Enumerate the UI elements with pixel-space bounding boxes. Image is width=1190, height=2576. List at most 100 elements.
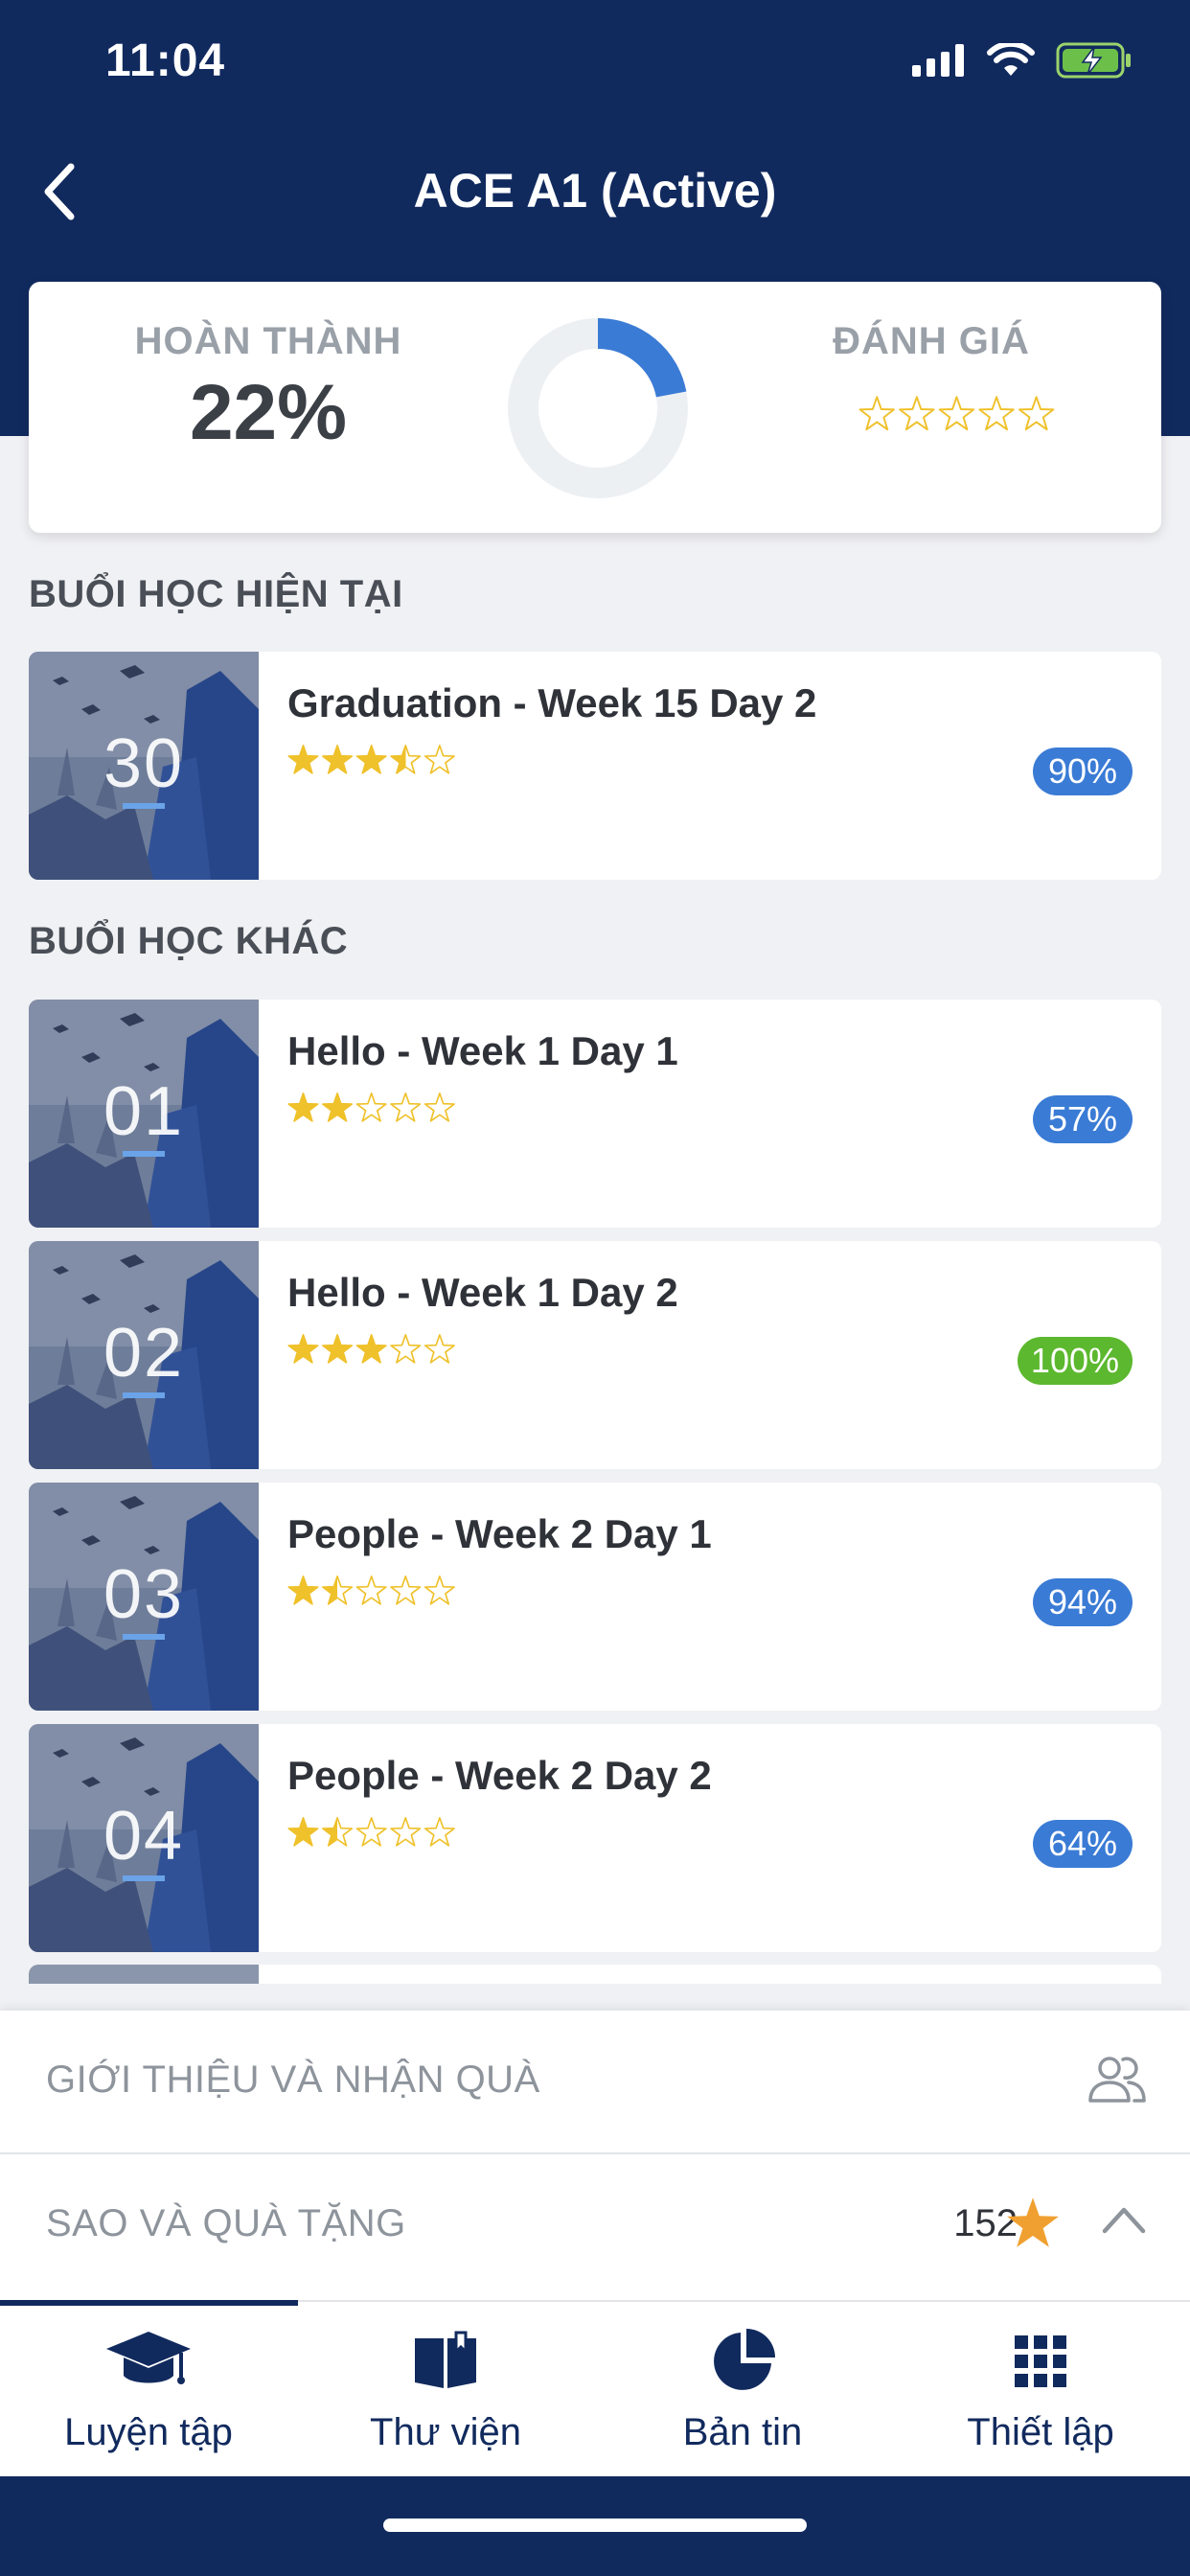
pie-chart-icon — [714, 2329, 775, 2390]
lesson-title: Hello - Week 1 Day 2 — [287, 1270, 678, 1315]
stars-gifts-row[interactable]: SAO VÀ QUÀ TẶNG 152 — [0, 2154, 1190, 2296]
star-icon — [390, 1576, 422, 1605]
lesson-card[interactable]: 02 Hello - Week 1 Day 2 100% — [29, 1241, 1161, 1469]
status-bar: 11:04 — [0, 0, 1190, 134]
star-icon — [322, 1817, 354, 1847]
star-icon — [287, 1092, 319, 1122]
battery-charging-icon — [1056, 42, 1131, 79]
nav-bar: ACE A1 (Active) — [0, 144, 1190, 240]
tab-practice[interactable]: Luyện tập — [0, 2302, 297, 2478]
star-icon — [355, 1817, 387, 1847]
status-time: 11:04 — [105, 35, 226, 86]
current-lesson-card[interactable]: 30 Graduation - Week 15 Day 2 90% — [29, 652, 1161, 880]
tab-label: Thư viện — [370, 2411, 521, 2453]
lesson-title: Graduation - Week 15 Day 2 — [287, 680, 817, 725]
stars-graphic — [287, 1817, 455, 1847]
stars-gifts-label: SAO VÀ QUÀ TẶNG — [46, 2202, 406, 2244]
star-icon — [322, 1576, 354, 1605]
tab-settings[interactable]: Thiết lập — [891, 2302, 1190, 2478]
lesson-card[interactable]: 04 People - Week 2 Day 2 64% — [29, 1724, 1161, 1952]
star-icon — [899, 396, 935, 431]
stars-graphic — [287, 1576, 455, 1605]
star-icon — [423, 1576, 455, 1605]
page-title: ACE A1 (Active) — [413, 164, 777, 218]
star-icon — [322, 1334, 354, 1364]
lesson-thumbnail: 03 — [29, 1483, 259, 1711]
lesson-thumbnail: 04 — [29, 1724, 259, 1952]
overall-rating-stars — [858, 395, 1058, 438]
star-icon — [938, 396, 975, 431]
chevron-up-icon[interactable] — [1100, 2202, 1148, 2237]
wifi-icon — [987, 43, 1035, 76]
lesson-rating-stars — [287, 1092, 458, 1129]
lesson-thumbnail: 01 — [29, 1000, 259, 1228]
lesson-thumbnail — [29, 1965, 259, 1984]
stars-graphic — [287, 745, 455, 774]
star-icon — [423, 1817, 455, 1847]
stars-graphic — [287, 1334, 455, 1364]
lesson-number: 02 — [103, 1315, 185, 1392]
star-icon — [423, 1334, 455, 1364]
star-icon — [1007, 2197, 1059, 2247]
book-icon — [415, 2331, 476, 2388]
tab-label: Bản tin — [682, 2411, 803, 2453]
star-icon — [322, 745, 354, 774]
lesson-card[interactable]: 01 Hello - Week 1 Day 1 57% — [29, 1000, 1161, 1228]
lesson-thumbnail: 02 — [29, 1241, 259, 1469]
lesson-rating-stars — [287, 744, 458, 781]
lesson-title: People - Week 2 Day 2 — [287, 1753, 712, 1798]
status-icons — [912, 42, 1133, 79]
star-icon — [390, 745, 422, 774]
lesson-title: Hello - Week 1 Day 1 — [287, 1028, 678, 1073]
lesson-card-partial[interactable] — [29, 1965, 1161, 1984]
lesson-number: 03 — [103, 1556, 185, 1633]
lesson-percent-badge: 90% — [1033, 748, 1133, 795]
tab-label: Luyện tập — [64, 2411, 233, 2453]
completion-donut-chart — [508, 318, 688, 498]
lesson-number-underline — [123, 1634, 165, 1640]
grid-icon — [1015, 2335, 1066, 2387]
lesson-number: 30 — [103, 725, 185, 802]
other-sessions-heading: BUỔI HỌC KHÁC — [29, 920, 349, 962]
star-icon — [390, 1092, 422, 1122]
star-icon — [355, 1092, 387, 1122]
star-icon — [355, 1334, 387, 1364]
star-icon — [355, 745, 387, 774]
lesson-percent-badge: 57% — [1033, 1095, 1133, 1143]
home-indicator-area — [0, 2476, 1190, 2576]
lesson-number-underline — [123, 1392, 165, 1398]
star-icon — [978, 396, 1015, 431]
lesson-number-underline — [123, 1151, 165, 1157]
tab-news[interactable]: Bản tin — [594, 2302, 891, 2478]
lesson-number-underline — [123, 803, 165, 809]
users-icon — [1088, 2057, 1146, 2103]
star-icon — [355, 1576, 387, 1605]
stars-graphic — [287, 1092, 455, 1122]
lesson-title: People - Week 2 Day 1 — [287, 1511, 712, 1556]
star-icon — [858, 396, 895, 431]
lesson-rating-stars — [287, 1333, 458, 1370]
star-icon — [322, 1092, 354, 1122]
signal-icon — [912, 44, 964, 77]
star-icon — [287, 745, 319, 774]
graduation-cap-icon — [106, 2332, 191, 2384]
star-icon — [287, 1576, 319, 1605]
home-indicator[interactable] — [383, 2518, 807, 2532]
current-session-heading: BUỔI HỌC HIỆN TẠI — [29, 573, 403, 615]
star-icon — [390, 1817, 422, 1847]
star-icon — [287, 1817, 319, 1847]
lesson-rating-stars — [287, 1575, 458, 1612]
completion-label: HOÀN THÀNH — [134, 320, 402, 362]
stars-graphic — [858, 396, 1055, 431]
lesson-percent-badge: 94% — [1033, 1578, 1133, 1626]
tab-library[interactable]: Thư viện — [297, 2302, 594, 2478]
star-icon — [390, 1334, 422, 1364]
star-icon — [423, 745, 455, 774]
tab-label: Thiết lập — [967, 2411, 1114, 2453]
lesson-card[interactable]: 03 People - Week 2 Day 1 94% — [29, 1483, 1161, 1711]
referral-row[interactable]: GIỚI THIỆU VÀ NHẬN QUÀ — [0, 2011, 1190, 2154]
lesson-percent-badge: 64% — [1033, 1820, 1133, 1868]
progress-summary-card: HOÀN THÀNH 22% ĐÁNH GIÁ — [29, 282, 1161, 533]
star-icon — [1018, 396, 1055, 431]
referral-label: GIỚI THIỆU VÀ NHẬN QUÀ — [46, 2058, 540, 2101]
